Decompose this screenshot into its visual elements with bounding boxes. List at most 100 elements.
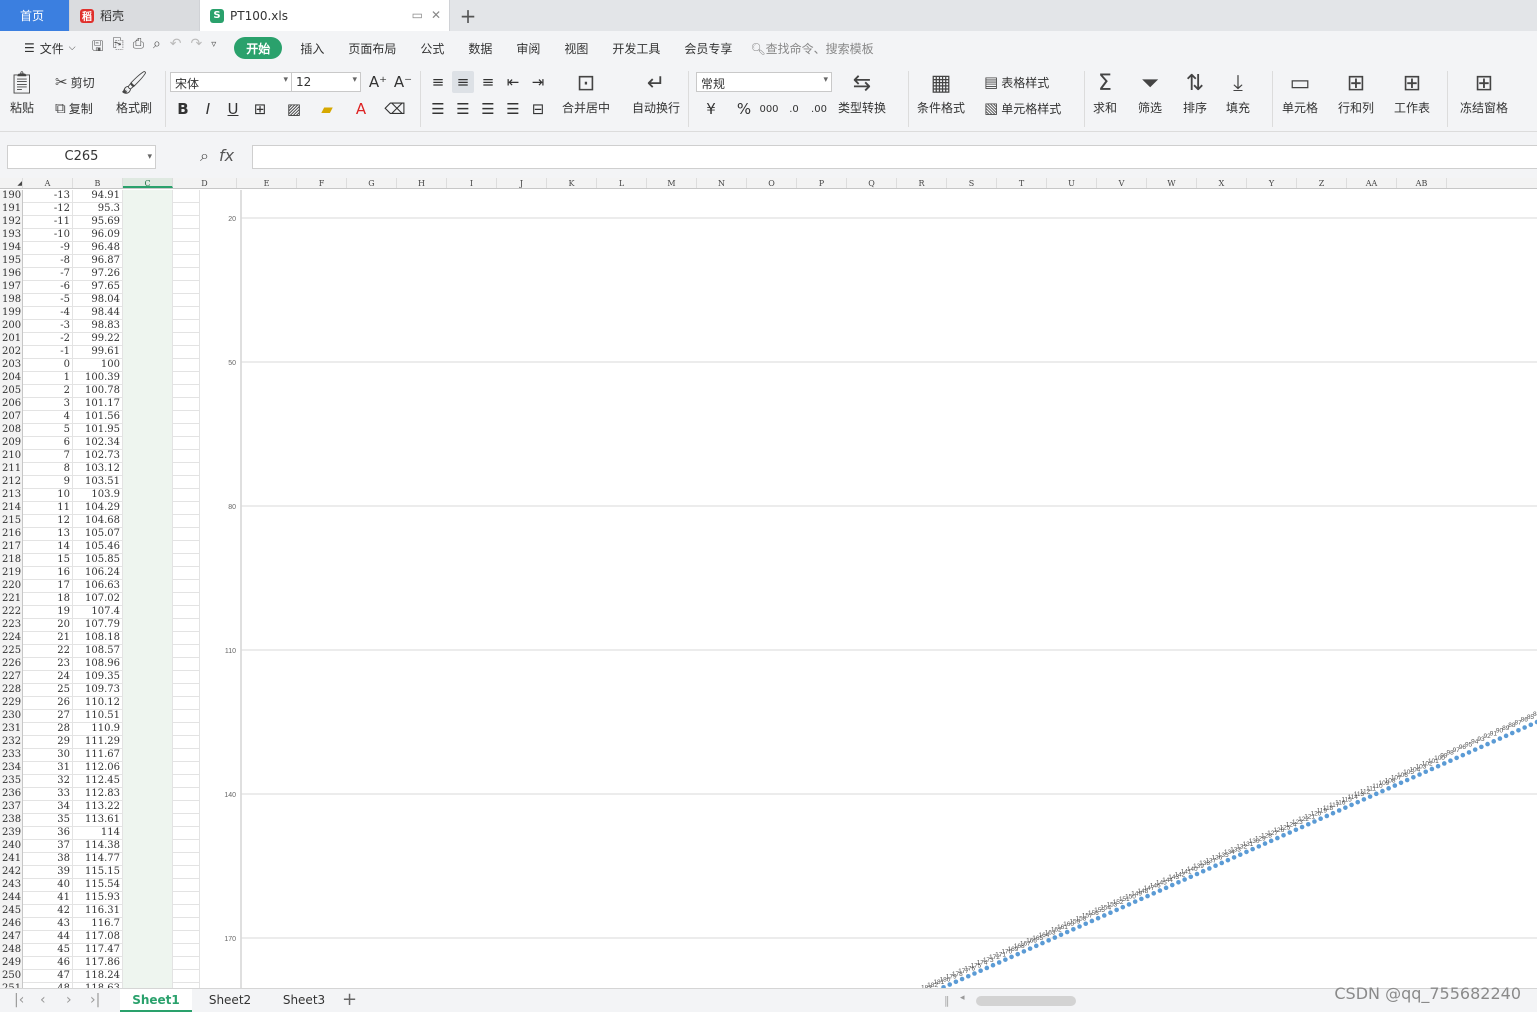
column-header[interactable]: N <box>697 178 747 188</box>
format-painter-button[interactable]: 🖌︎ 格式刷 <box>116 69 152 116</box>
menu-formulas[interactable]: 公式 <box>408 37 456 59</box>
table-style-button[interactable]: ▤ 表格样式 <box>984 73 1049 91</box>
cell-a[interactable]: 47 <box>23 970 73 983</box>
outdent-icon[interactable]: ⇤ <box>502 71 524 93</box>
cell-d[interactable] <box>173 333 200 346</box>
type-convert-button[interactable]: ⇆ 类型转换 <box>838 69 886 116</box>
cell-b[interactable]: 110.51 <box>73 710 123 723</box>
cell-c[interactable] <box>123 801 173 814</box>
tab-daoke[interactable]: 稻 稻壳 <box>70 0 200 31</box>
row-header[interactable]: 237 <box>0 801 23 814</box>
cell-b[interactable]: 111.67 <box>73 749 123 762</box>
align-right-icon[interactable]: ☰ <box>477 98 499 120</box>
column-header[interactable]: V <box>1097 178 1147 188</box>
menu-review[interactable]: 审阅 <box>504 37 552 59</box>
cell-b[interactable]: 113.61 <box>73 814 123 827</box>
row-header[interactable]: 244 <box>0 892 23 905</box>
cells-button[interactable]: ▭ 单元格 <box>1282 69 1318 116</box>
column-header[interactable]: I <box>447 178 497 188</box>
thousands-icon[interactable]: 000 <box>758 98 780 120</box>
row-header[interactable]: 241 <box>0 853 23 866</box>
cell-a[interactable]: 11 <box>23 502 73 515</box>
sort-button[interactable]: ⇅ 排序 <box>1183 69 1207 116</box>
customize-icon[interactable]: ▿ <box>211 36 216 60</box>
cell-b[interactable]: 95.69 <box>73 216 123 229</box>
row-header[interactable]: 221 <box>0 593 23 606</box>
cell-a[interactable]: 40 <box>23 879 73 892</box>
cell-a[interactable]: 33 <box>23 788 73 801</box>
cell-a[interactable]: 4 <box>23 411 73 424</box>
cell-b[interactable]: 108.96 <box>73 658 123 671</box>
cell-c[interactable] <box>123 567 173 580</box>
cell-c[interactable] <box>123 541 173 554</box>
cell-b[interactable]: 107.02 <box>73 593 123 606</box>
cell-d[interactable] <box>173 749 200 762</box>
cell-c[interactable] <box>123 528 173 541</box>
cell-b[interactable]: 103.51 <box>73 476 123 489</box>
command-search[interactable]: 🔍︎查找命令、搜索模板 <box>750 40 873 57</box>
cell-a[interactable]: -6 <box>23 281 73 294</box>
cell-a[interactable]: 46 <box>23 957 73 970</box>
row-header[interactable]: 238 <box>0 814 23 827</box>
cell-a[interactable]: 14 <box>23 541 73 554</box>
column-header[interactable]: D <box>173 178 237 188</box>
next-sheet-icon[interactable]: › <box>66 992 72 1008</box>
split-handle-icon[interactable]: ‖ <box>944 994 950 1007</box>
cell-a[interactable]: 35 <box>23 814 73 827</box>
cell-d[interactable] <box>173 879 200 892</box>
cell-a[interactable]: -3 <box>23 320 73 333</box>
row-header[interactable]: 195 <box>0 255 23 268</box>
cell-b[interactable]: 103.9 <box>73 489 123 502</box>
row-header[interactable]: 232 <box>0 736 23 749</box>
cell-c[interactable] <box>123 229 173 242</box>
cell-d[interactable] <box>173 372 200 385</box>
cell-a[interactable]: -9 <box>23 242 73 255</box>
cell-d[interactable] <box>173 203 200 216</box>
print-icon[interactable]: ⎙ <box>133 36 144 60</box>
cell-a[interactable]: 43 <box>23 918 73 931</box>
save-icon[interactable]: 🖫 <box>92 36 104 60</box>
cell-c[interactable] <box>123 242 173 255</box>
cell-c[interactable] <box>123 216 173 229</box>
cell-d[interactable] <box>173 840 200 853</box>
cell-a[interactable]: -7 <box>23 268 73 281</box>
decrease-decimal-icon[interactable]: .00 <box>808 98 830 120</box>
column-header[interactable]: M <box>647 178 697 188</box>
menu-developer[interactable]: 开发工具 <box>600 37 672 59</box>
column-header[interactable]: AA <box>1347 178 1397 188</box>
cell-a[interactable]: 7 <box>23 450 73 463</box>
increase-decimal-icon[interactable]: .0 <box>783 98 805 120</box>
cell-b[interactable]: 108.18 <box>73 632 123 645</box>
cell-d[interactable] <box>173 632 200 645</box>
cell-a[interactable]: 6 <box>23 437 73 450</box>
first-sheet-icon[interactable]: |‹ <box>14 992 24 1008</box>
column-header[interactable]: R <box>897 178 947 188</box>
cell-d[interactable] <box>173 892 200 905</box>
row-header[interactable]: 240 <box>0 840 23 853</box>
cell-a[interactable]: 2 <box>23 385 73 398</box>
cell-a[interactable]: 16 <box>23 567 73 580</box>
cell-a[interactable]: -13 <box>23 190 73 203</box>
cell-a[interactable]: 34 <box>23 801 73 814</box>
menu-view[interactable]: 视图 <box>552 37 600 59</box>
cell-d[interactable] <box>173 593 200 606</box>
row-header[interactable]: 229 <box>0 697 23 710</box>
cell-a[interactable]: -4 <box>23 307 73 320</box>
cell-b[interactable]: 101.56 <box>73 411 123 424</box>
cell-c[interactable] <box>123 749 173 762</box>
cell-b[interactable]: 100.39 <box>73 372 123 385</box>
print-preview-icon[interactable]: ⌕ <box>153 36 161 60</box>
cell-d[interactable] <box>173 606 200 619</box>
cell-a[interactable]: 44 <box>23 931 73 944</box>
cell-c[interactable] <box>123 294 173 307</box>
cell-b[interactable]: 98.83 <box>73 320 123 333</box>
row-header[interactable]: 239 <box>0 827 23 840</box>
row-header[interactable]: 246 <box>0 918 23 931</box>
row-header[interactable]: 247 <box>0 931 23 944</box>
cell-d[interactable] <box>173 320 200 333</box>
row-header[interactable]: 191 <box>0 203 23 216</box>
cell-d[interactable] <box>173 645 200 658</box>
cell-d[interactable] <box>173 346 200 359</box>
cell-a[interactable]: 8 <box>23 463 73 476</box>
cell-d[interactable] <box>173 580 200 593</box>
